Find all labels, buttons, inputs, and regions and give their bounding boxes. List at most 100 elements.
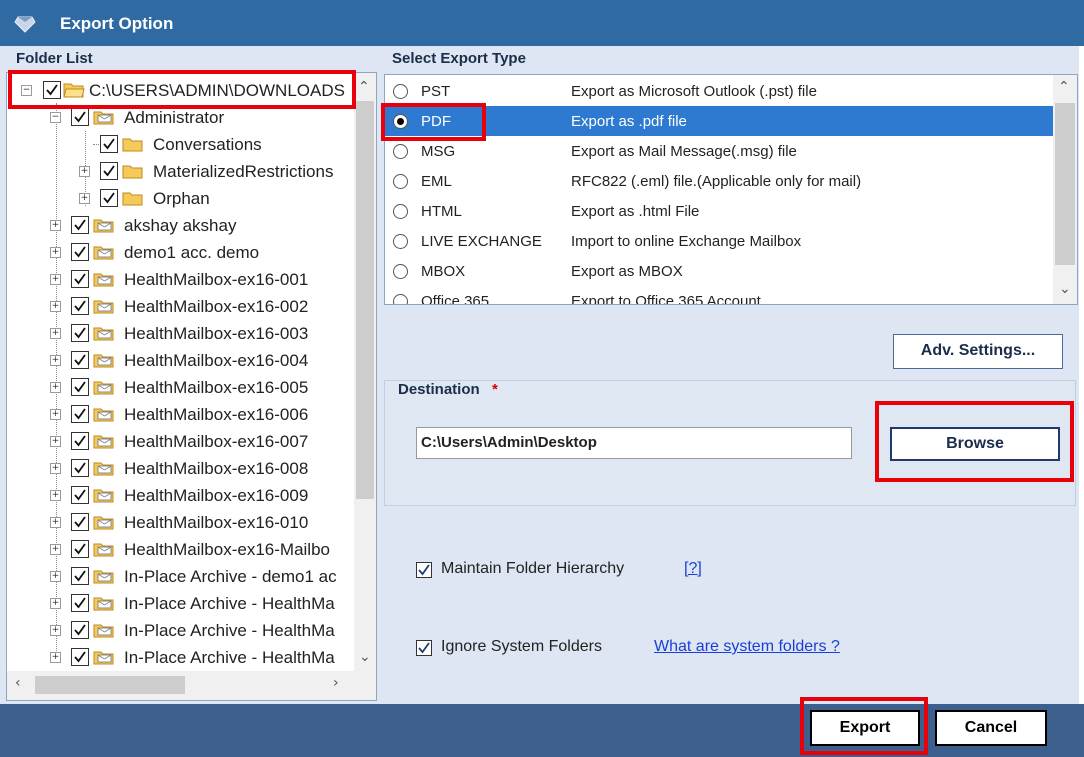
- export-type-option-office-365[interactable]: Office 365 Export to Office 365 Account: [385, 286, 1053, 304]
- expand-icon[interactable]: +: [50, 355, 61, 366]
- tree-item-mailbox[interactable]: + In-Place Archive - HealthMa: [7, 591, 353, 617]
- expand-icon[interactable]: +: [50, 463, 61, 474]
- export-type-option-pst[interactable]: PST Export as Microsoft Outlook (.pst) fi…: [385, 76, 1053, 106]
- checkbox-checked-icon[interactable]: [71, 378, 89, 396]
- tree-item-mailbox[interactable]: + HealthMailbox-ex16-Mailbo: [7, 537, 353, 563]
- checkbox-checked-icon[interactable]: [71, 459, 89, 477]
- expand-icon[interactable]: +: [50, 625, 61, 636]
- tree-item-mailbox[interactable]: + In-Place Archive - HealthMa: [7, 645, 353, 671]
- checkbox-checked-icon[interactable]: [100, 135, 118, 153]
- expand-icon[interactable]: +: [50, 436, 61, 447]
- radio-icon[interactable]: [393, 144, 408, 159]
- tree-item-mailbox[interactable]: + In-Place Archive - HealthMa: [7, 618, 353, 644]
- tree-item-mailbox[interactable]: + HealthMailbox-ex16-002: [7, 294, 353, 320]
- scroll-down-icon[interactable]: ⌄: [1059, 281, 1071, 297]
- expand-icon[interactable]: +: [79, 166, 90, 177]
- browse-button[interactable]: Browse: [890, 427, 1060, 461]
- checkbox-checked-icon[interactable]: [71, 486, 89, 504]
- tree-hscroll-thumb[interactable]: [35, 676, 185, 694]
- expand-icon[interactable]: +: [50, 598, 61, 609]
- maintain-hierarchy-checkbox[interactable]: [416, 562, 432, 578]
- radio-icon[interactable]: [393, 174, 408, 189]
- cancel-button[interactable]: Cancel: [935, 710, 1047, 746]
- scroll-up-icon[interactable]: ⌃: [358, 79, 370, 95]
- collapse-icon[interactable]: −: [21, 85, 32, 96]
- export-type-option-pdf[interactable]: PDF Export as .pdf file: [385, 106, 1053, 136]
- expand-icon[interactable]: +: [50, 490, 61, 501]
- radio-icon[interactable]: [393, 84, 408, 99]
- checkbox-checked-icon[interactable]: [71, 621, 89, 639]
- export-type-option-eml[interactable]: EML RFC822 (.eml) file.(Applicable only f…: [385, 166, 1053, 196]
- checkbox-checked-icon[interactable]: [71, 594, 89, 612]
- checkbox-checked-icon[interactable]: [71, 324, 89, 342]
- tree-item-mailbox[interactable]: + HealthMailbox-ex16-001: [7, 267, 353, 293]
- tree-item-mailbox[interactable]: + HealthMailbox-ex16-003: [7, 321, 353, 347]
- radio-icon[interactable]: [393, 294, 408, 304]
- expand-icon[interactable]: +: [50, 247, 61, 258]
- ignore-system-folders-checkbox[interactable]: [416, 640, 432, 656]
- tree-item-mailbox[interactable]: + HealthMailbox-ex16-008: [7, 456, 353, 482]
- expand-icon[interactable]: +: [50, 274, 61, 285]
- expand-icon[interactable]: +: [50, 517, 61, 528]
- scroll-right-icon[interactable]: ›: [333, 675, 339, 691]
- tree-item-mailbox[interactable]: + HealthMailbox-ex16-009: [7, 483, 353, 509]
- radio-selected-icon[interactable]: [393, 114, 408, 129]
- expand-icon[interactable]: +: [50, 328, 61, 339]
- export-type-option-msg[interactable]: MSG Export as Mail Message(.msg) file: [385, 136, 1053, 166]
- expand-icon[interactable]: +: [50, 220, 61, 231]
- radio-icon[interactable]: [393, 204, 408, 219]
- export-type-option-html[interactable]: HTML Export as .html File: [385, 196, 1053, 226]
- tree-item-conversations[interactable]: Conversations: [7, 132, 353, 158]
- destination-path-input[interactable]: C:\Users\Admin\Desktop: [416, 427, 852, 459]
- checkbox-checked-icon[interactable]: [71, 540, 89, 558]
- export-type-option-live-exchange[interactable]: LIVE EXCHANGE Import to online Exchange M…: [385, 226, 1053, 256]
- checkbox-checked-icon[interactable]: [71, 216, 89, 234]
- checkbox-checked-icon[interactable]: [71, 567, 89, 585]
- scroll-up-icon[interactable]: ⌃: [1058, 79, 1070, 95]
- tree-item-mailbox[interactable]: + HealthMailbox-ex16-006: [7, 402, 353, 428]
- export-type-list[interactable]: Office 365 Export to Office 365 Account MB…: [384, 74, 1078, 305]
- scroll-left-icon[interactable]: ‹: [15, 675, 21, 691]
- adv-settings-button[interactable]: Adv. Settings...: [893, 334, 1063, 369]
- checkbox-checked-icon[interactable]: [71, 270, 89, 288]
- expand-icon[interactable]: +: [50, 301, 61, 312]
- export-type-scroll-thumb[interactable]: [1055, 103, 1075, 265]
- checkbox-checked-icon[interactable]: [71, 243, 89, 261]
- checkbox-checked-icon[interactable]: [71, 351, 89, 369]
- hierarchy-help-link[interactable]: [?]: [684, 560, 702, 578]
- checkbox-checked-icon[interactable]: [100, 189, 118, 207]
- tree-scroll-thumb[interactable]: [356, 101, 374, 499]
- tree-item-materializedrestrictions[interactable]: + MaterializedRestrictions: [7, 159, 353, 185]
- tree-item-mailbox[interactable]: + demo1 acc. demo: [7, 240, 353, 266]
- export-type-option-mbox[interactable]: MBOX Export as MBOX: [385, 256, 1053, 286]
- checkbox-checked-icon[interactable]: [100, 162, 118, 180]
- expand-icon[interactable]: +: [50, 409, 61, 420]
- expand-icon[interactable]: +: [50, 544, 61, 555]
- scroll-down-icon[interactable]: ⌄: [359, 649, 371, 665]
- expand-icon[interactable]: +: [50, 652, 61, 663]
- checkbox-checked-icon[interactable]: [71, 432, 89, 450]
- expand-icon[interactable]: +: [50, 571, 61, 582]
- checkbox-checked-icon[interactable]: [43, 81, 61, 99]
- radio-icon[interactable]: [393, 234, 408, 249]
- tree-item-mailbox[interactable]: + HealthMailbox-ex16-005: [7, 375, 353, 401]
- checkbox-checked-icon[interactable]: [71, 108, 89, 126]
- system-folders-help-link[interactable]: What are system folders ?: [654, 638, 840, 656]
- collapse-icon[interactable]: −: [50, 112, 61, 123]
- folder-tree[interactable]: − C:\USERS\ADMIN\DOWNLOADS − Administrat…: [6, 72, 377, 701]
- tree-item-orphan[interactable]: + Orphan: [7, 186, 353, 212]
- expand-icon[interactable]: +: [79, 193, 90, 204]
- checkbox-checked-icon[interactable]: [71, 648, 89, 666]
- tree-item-administrator[interactable]: − Administrator: [7, 105, 347, 131]
- tree-item-mailbox[interactable]: + HealthMailbox-ex16-010: [7, 510, 353, 536]
- tree-item-mailbox[interactable]: + akshay akshay: [7, 213, 353, 239]
- radio-icon[interactable]: [393, 264, 408, 279]
- checkbox-checked-icon[interactable]: [71, 513, 89, 531]
- tree-item-mailbox[interactable]: + In-Place Archive - demo1 ac: [7, 564, 353, 590]
- tree-item-mailbox[interactable]: + HealthMailbox-ex16-007: [7, 429, 353, 455]
- tree-item-mailbox[interactable]: + HealthMailbox-ex16-004: [7, 348, 353, 374]
- checkbox-checked-icon[interactable]: [71, 405, 89, 423]
- expand-icon[interactable]: +: [50, 382, 61, 393]
- checkbox-checked-icon[interactable]: [71, 297, 89, 315]
- export-button[interactable]: Export: [810, 710, 920, 746]
